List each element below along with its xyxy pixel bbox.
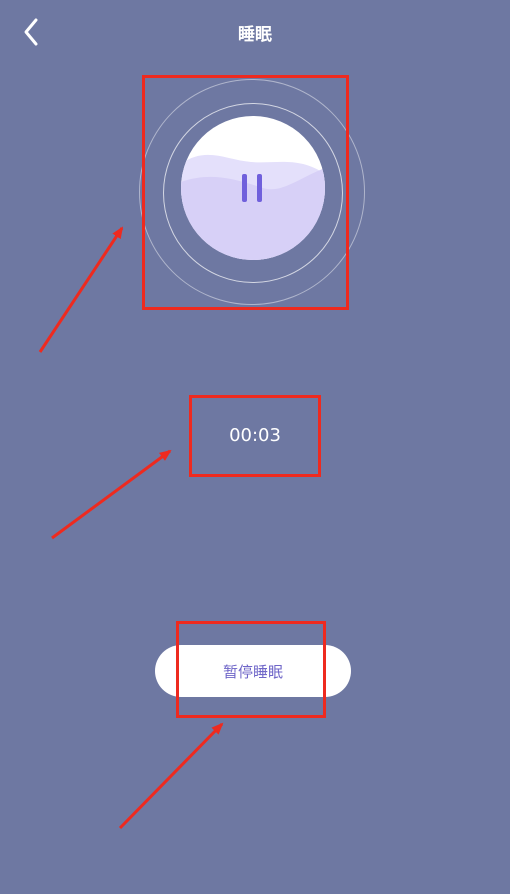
top-bar: 睡眠: [0, 0, 510, 64]
arrow-to-player: [38, 226, 124, 353]
arrow-to-button: [118, 722, 224, 830]
sleep-player: [136, 76, 370, 310]
wave-disc: [181, 116, 325, 260]
pause-toggle-button[interactable]: [181, 116, 325, 260]
page-title: 睡眠: [238, 25, 272, 45]
elapsed-timer: 00:03: [229, 424, 281, 446]
arrow-to-timer: [51, 449, 172, 540]
pause-sleep-button[interactable]: 暂停睡眠: [155, 645, 351, 697]
